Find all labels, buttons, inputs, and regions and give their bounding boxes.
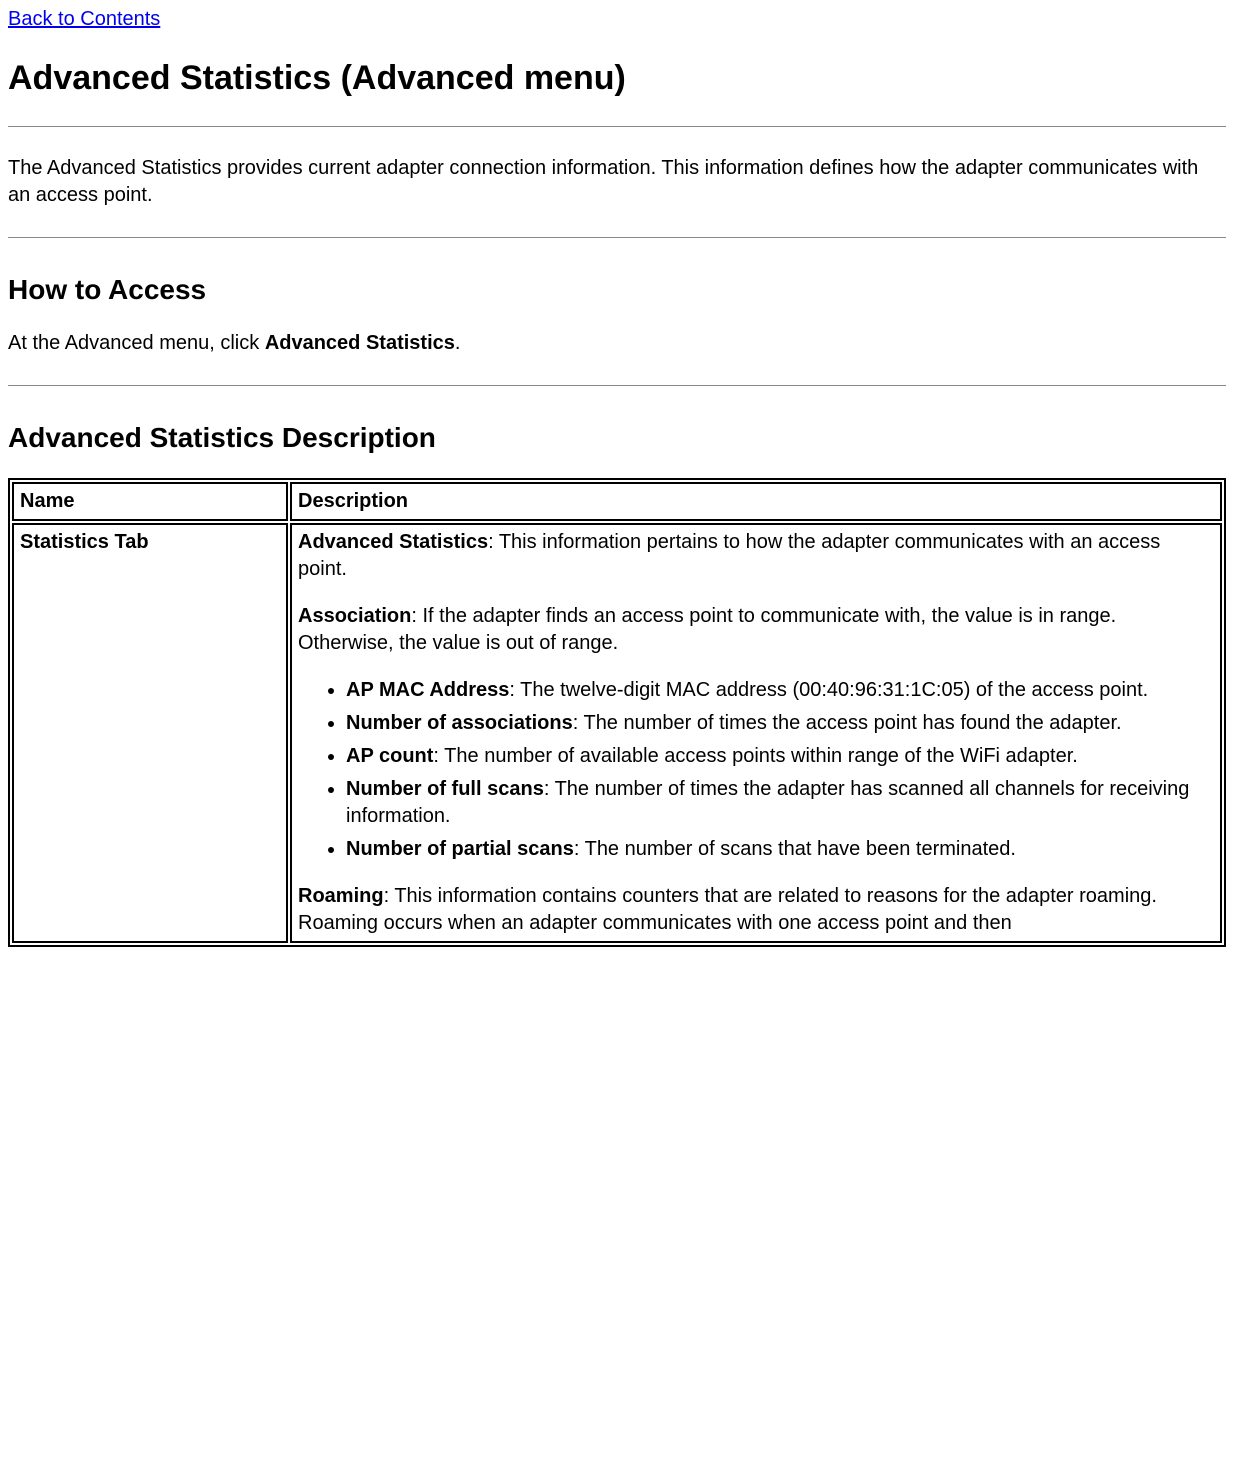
divider bbox=[8, 237, 1226, 238]
col-header-name: Name bbox=[12, 482, 288, 521]
how-to-access-text: At the Advanced menu, click Advanced Sta… bbox=[8, 330, 1226, 357]
back-to-contents-link[interactable]: Back to Contents bbox=[8, 8, 160, 30]
association-paragraph: Association: If the adapter finds an acc… bbox=[298, 603, 1214, 657]
description-table: Name Description Statistics Tab Advanced… bbox=[8, 478, 1226, 947]
col-header-description: Description bbox=[290, 482, 1222, 521]
intro-paragraph: The Advanced Statistics provides current… bbox=[8, 155, 1226, 209]
list-item: Number of partial scans: The number of s… bbox=[346, 836, 1214, 863]
adv-stats-label: Advanced Statistics bbox=[298, 531, 488, 553]
divider bbox=[8, 385, 1226, 386]
roaming-label: Roaming bbox=[298, 885, 384, 907]
bullet-label: Number of full scans bbox=[346, 778, 544, 800]
association-text: : If the adapter finds an access point t… bbox=[298, 605, 1116, 654]
description-heading: Advanced Statistics Description bbox=[8, 422, 1226, 454]
row-desc-cell: Advanced Statistics: This information pe… bbox=[290, 523, 1222, 943]
bullet-label: Number of associations bbox=[346, 712, 573, 734]
table-header-row: Name Description bbox=[12, 482, 1222, 521]
list-item: AP count: The number of available access… bbox=[346, 743, 1214, 770]
bullet-label: AP MAC Address bbox=[346, 679, 509, 701]
roaming-text: : This information contains counters tha… bbox=[298, 885, 1157, 934]
bullet-text: : The number of times the access point h… bbox=[573, 712, 1122, 734]
bullet-text: : The number of scans that have been ter… bbox=[574, 838, 1016, 860]
list-item: Number of full scans: The number of time… bbox=[346, 776, 1214, 830]
page-title: Advanced Statistics (Advanced menu) bbox=[8, 59, 1226, 98]
association-label: Association bbox=[298, 605, 411, 627]
bullet-label: Number of partial scans bbox=[346, 838, 574, 860]
divider bbox=[8, 126, 1226, 127]
bullet-text: : The number of available access points … bbox=[433, 745, 1077, 767]
table-row: Statistics Tab Advanced Statistics: This… bbox=[12, 523, 1222, 943]
list-item: AP MAC Address: The twelve-digit MAC add… bbox=[346, 677, 1214, 704]
roaming-paragraph: Roaming: This information contains count… bbox=[298, 883, 1214, 937]
bullet-text: : The twelve-digit MAC address (00:40:96… bbox=[509, 679, 1148, 701]
row-name-cell: Statistics Tab bbox=[12, 523, 288, 943]
adv-stats-paragraph: Advanced Statistics: This information pe… bbox=[298, 529, 1214, 583]
bullet-label: AP count bbox=[346, 745, 433, 767]
how-to-access-bold: Advanced Statistics bbox=[265, 332, 455, 354]
how-to-access-prefix: At the Advanced menu, click bbox=[8, 332, 265, 354]
how-to-access-heading: How to Access bbox=[8, 274, 1226, 306]
association-bullets: AP MAC Address: The twelve-digit MAC add… bbox=[298, 677, 1214, 863]
how-to-access-suffix: . bbox=[455, 332, 461, 354]
list-item: Number of associations: The number of ti… bbox=[346, 710, 1214, 737]
